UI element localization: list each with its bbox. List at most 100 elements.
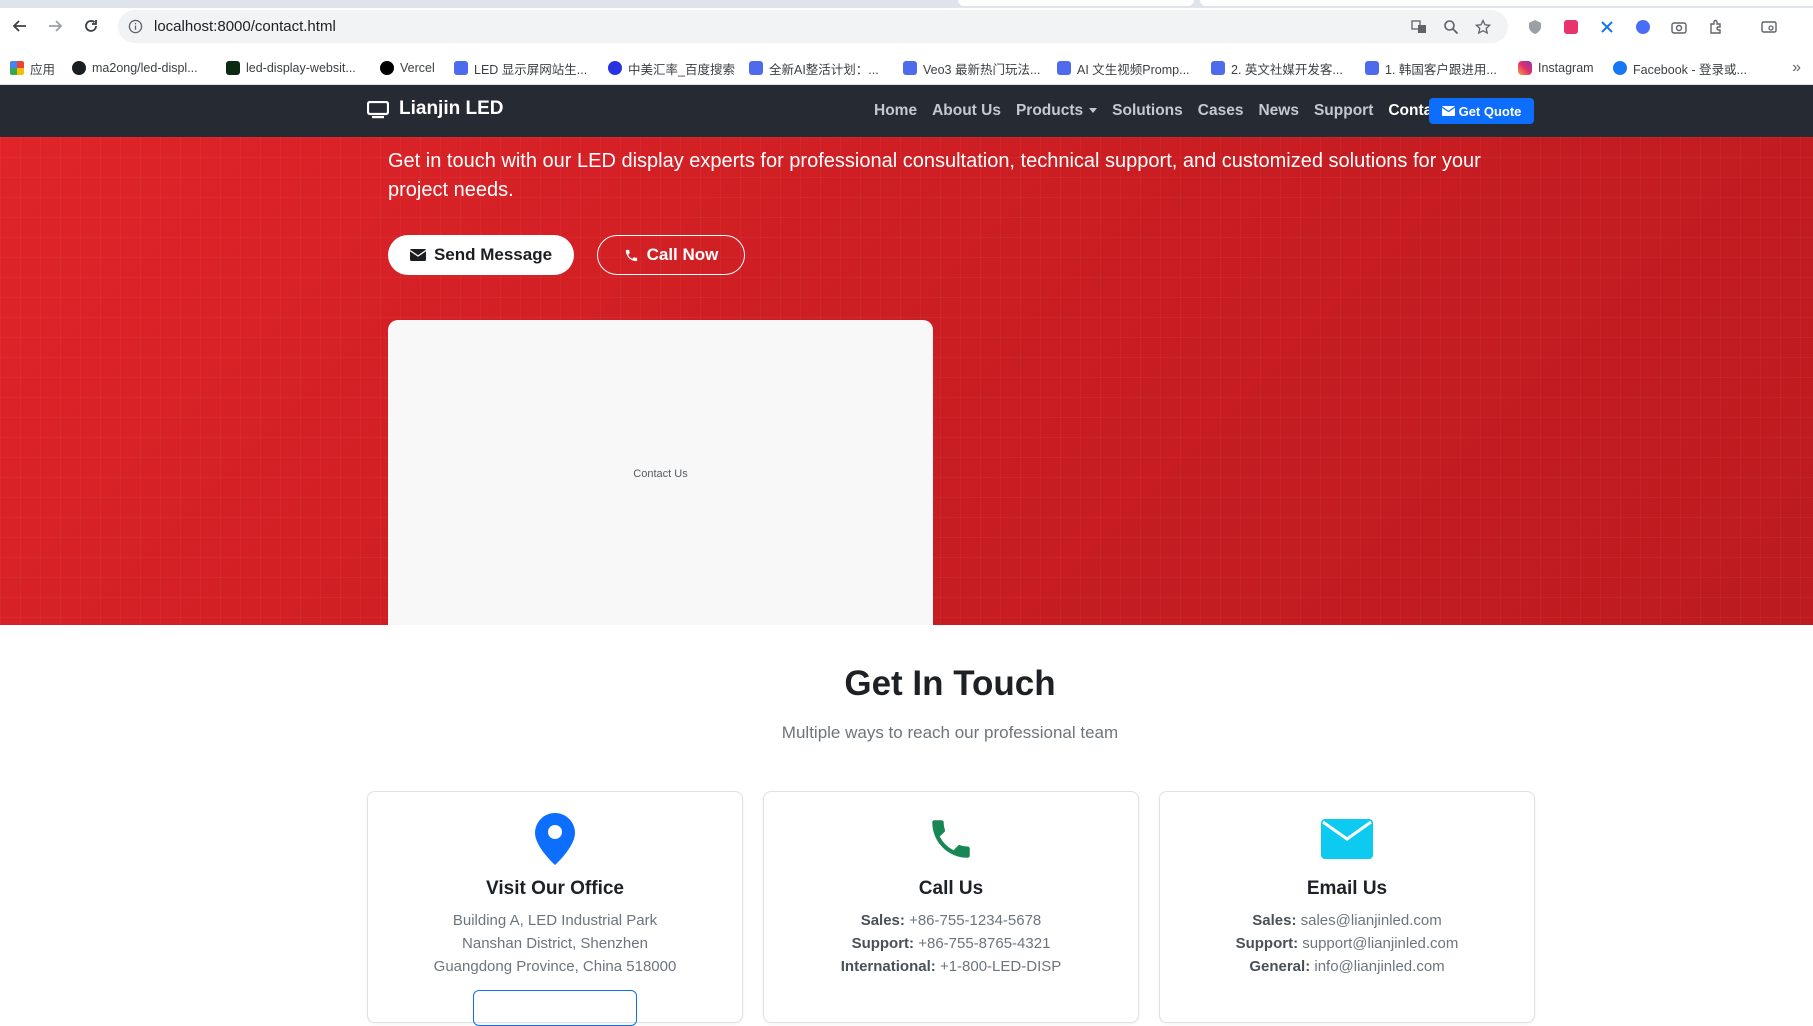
call-now-button[interactable]: Call Now bbox=[597, 235, 745, 275]
hero-subtitle: Get in touch with our LED display expert… bbox=[388, 150, 1481, 201]
bookmark-baidu[interactable]: 中美汇率_百度搜索 bbox=[608, 59, 735, 77]
vercel-icon bbox=[380, 61, 394, 75]
bookmark-doc-3[interactable]: Veo3 最新热门玩法... bbox=[903, 59, 1040, 77]
bookmark-doc-1[interactable]: LED 显示屏网站生... bbox=[454, 59, 587, 77]
nav-products[interactable]: Products bbox=[1015, 102, 1098, 120]
bookmark-doc-6[interactable]: 1. 韩国客户跟进用... bbox=[1365, 59, 1497, 77]
hero-image-placeholder: Contact Us bbox=[388, 320, 933, 625]
line-value: +86-755-1234-5678 bbox=[909, 912, 1042, 929]
section-title: Get In Touch bbox=[844, 664, 1056, 703]
doc-icon bbox=[903, 61, 917, 75]
email-line-sales[interactable]: Sales: sales@lianjinled.com bbox=[1160, 909, 1534, 932]
send-message-label: Send Message bbox=[433, 245, 553, 264]
caret-down-icon bbox=[1089, 108, 1098, 114]
bookmark-label: ma2ong/led-displ... bbox=[92, 61, 198, 75]
bookmark-label: 应用 bbox=[30, 62, 56, 77]
send-message-button[interactable]: Send Message bbox=[388, 235, 574, 275]
site-navbar: Lianjin LED Home About Us Products Solut… bbox=[0, 85, 1813, 137]
line-label: General: bbox=[1249, 958, 1311, 975]
reading-mode-icon[interactable] bbox=[1758, 16, 1780, 38]
extension-shield-icon[interactable] bbox=[1524, 16, 1546, 38]
bookmark-vercel[interactable]: Vercel bbox=[380, 59, 435, 77]
get-quote-button[interactable]: Get Quote bbox=[1429, 98, 1534, 124]
address-bar[interactable]: localhost:8000/contact.html bbox=[118, 10, 1508, 43]
extension-camera-icon[interactable] bbox=[1668, 16, 1690, 38]
site-info-icon[interactable] bbox=[126, 17, 144, 35]
card-details: Sales: +86-755-1234-5678 Support: +86-75… bbox=[764, 909, 1138, 978]
bookmark-label: Facebook - 登录或... bbox=[1633, 62, 1747, 77]
facebook-icon bbox=[1613, 61, 1627, 75]
get-quote-label: Get Quote bbox=[1458, 103, 1522, 119]
email-line-support[interactable]: Support: support@lianjinled.com bbox=[1160, 932, 1534, 955]
envelope-icon bbox=[409, 249, 426, 261]
extensions-puzzle-icon[interactable] bbox=[1705, 16, 1727, 38]
phone-line-international[interactable]: International: +1-800-LED-DISP bbox=[764, 955, 1138, 978]
line-value: sales@lianjinled.com bbox=[1300, 912, 1442, 929]
address-line: Building A, LED Industrial Park bbox=[452, 912, 658, 929]
line-label: Support: bbox=[851, 935, 915, 952]
extension-translate-icon[interactable] bbox=[1560, 16, 1582, 38]
nav-about[interactable]: About Us bbox=[932, 102, 1001, 120]
bookmark-doc-4[interactable]: AI 文生视频Promp... bbox=[1057, 59, 1190, 77]
doc-icon bbox=[749, 61, 763, 75]
extension-scissors-icon[interactable] bbox=[1596, 16, 1618, 38]
back-icon[interactable] bbox=[7, 13, 33, 39]
bookmarks-bar: 应用 ma2ong/led-displ... led-display-websi… bbox=[0, 52, 1813, 85]
line-label: Sales: bbox=[860, 912, 905, 929]
email-line-general[interactable]: General: info@lianjinled.com bbox=[1160, 955, 1534, 978]
line-value: info@lianjinled.com bbox=[1314, 958, 1445, 975]
bookmark-label: led-display-websit... bbox=[246, 61, 356, 75]
bookmark-github[interactable]: ma2ong/led-displ... bbox=[72, 59, 198, 77]
bookmark-apps[interactable]: 应用 bbox=[10, 59, 55, 77]
nav-solutions[interactable]: Solutions bbox=[1112, 102, 1183, 120]
apps-grid-icon bbox=[10, 61, 24, 75]
nav-links: Home About Us Products Solutions Cases N… bbox=[874, 85, 1461, 137]
nav-products-label: Products bbox=[1015, 102, 1084, 119]
nav-home[interactable]: Home bbox=[874, 102, 917, 120]
bookmark-label: 全新AI整活计划：... bbox=[769, 62, 879, 77]
browser-tab[interactable] bbox=[958, 0, 1194, 6]
bookmark-star-icon[interactable] bbox=[1472, 16, 1494, 38]
card-details: Building A, LED Industrial Park Nanshan … bbox=[368, 909, 742, 978]
bookmark-doc-5[interactable]: 2. 英文社媒开发客... bbox=[1211, 59, 1343, 77]
line-label: International: bbox=[840, 958, 936, 975]
line-label: Support: bbox=[1235, 935, 1299, 952]
envelope-icon bbox=[1441, 106, 1455, 116]
doc-icon bbox=[1057, 61, 1071, 75]
monitor-icon bbox=[366, 100, 390, 119]
phone-icon bbox=[764, 812, 1138, 866]
bookmark-label: 中美汇率_百度搜索 bbox=[628, 62, 735, 77]
bookmark-facebook[interactable]: Facebook - 登录或... bbox=[1613, 59, 1747, 77]
phone-line-sales[interactable]: Sales: +86-755-1234-5678 bbox=[764, 909, 1138, 932]
line-value: support@lianjinled.com bbox=[1302, 935, 1459, 952]
contact-card-office: Visit Our Office Building A, LED Industr… bbox=[367, 791, 743, 1026]
phone-line-support[interactable]: Support: +86-755-8765-4321 bbox=[764, 932, 1138, 955]
nav-cases[interactable]: Cases bbox=[1198, 102, 1244, 120]
line-label: Sales: bbox=[1252, 912, 1297, 929]
brand-name: Lianjin LED bbox=[399, 98, 504, 119]
browser-tab-active[interactable] bbox=[1200, 0, 1813, 6]
bookmark-instagram[interactable]: Instagram bbox=[1518, 59, 1594, 77]
forward-icon[interactable] bbox=[42, 13, 68, 39]
site-icon bbox=[226, 61, 240, 75]
bookmark-doc-2[interactable]: 全新AI整活计划：... bbox=[749, 59, 879, 77]
bookmark-label: Veo3 最新热门玩法... bbox=[923, 62, 1041, 77]
brand-logo[interactable]: Lianjin LED bbox=[366, 98, 504, 120]
card-title: Email Us bbox=[1306, 878, 1388, 899]
zoom-icon[interactable] bbox=[1440, 16, 1462, 38]
nav-support[interactable]: Support bbox=[1314, 102, 1373, 120]
extension-profile-icon[interactable] bbox=[1632, 16, 1654, 38]
card-title: Call Us bbox=[918, 878, 984, 899]
bookmark-label: 2. 英文社媒开发客... bbox=[1231, 62, 1343, 77]
hero-section: Get in touch with our LED display expert… bbox=[0, 137, 1813, 625]
more-bookmarks-icon[interactable]: » bbox=[1792, 59, 1801, 77]
address-line: Nanshan District, Shenzhen bbox=[462, 935, 648, 952]
url-text[interactable]: localhost:8000/contact.html bbox=[154, 18, 336, 35]
nav-news[interactable]: News bbox=[1258, 102, 1299, 120]
get-directions-button[interactable] bbox=[473, 990, 637, 1026]
reload-icon[interactable] bbox=[78, 13, 104, 39]
bookmark-led-site[interactable]: led-display-websit... bbox=[226, 59, 356, 77]
translate-icon[interactable] bbox=[1408, 16, 1430, 38]
bookmark-label: 1. 韩国客户跟进用... bbox=[1385, 62, 1497, 77]
contact-card-email: Email Us Sales: sales@lianjinled.com Sup… bbox=[1159, 791, 1535, 1023]
